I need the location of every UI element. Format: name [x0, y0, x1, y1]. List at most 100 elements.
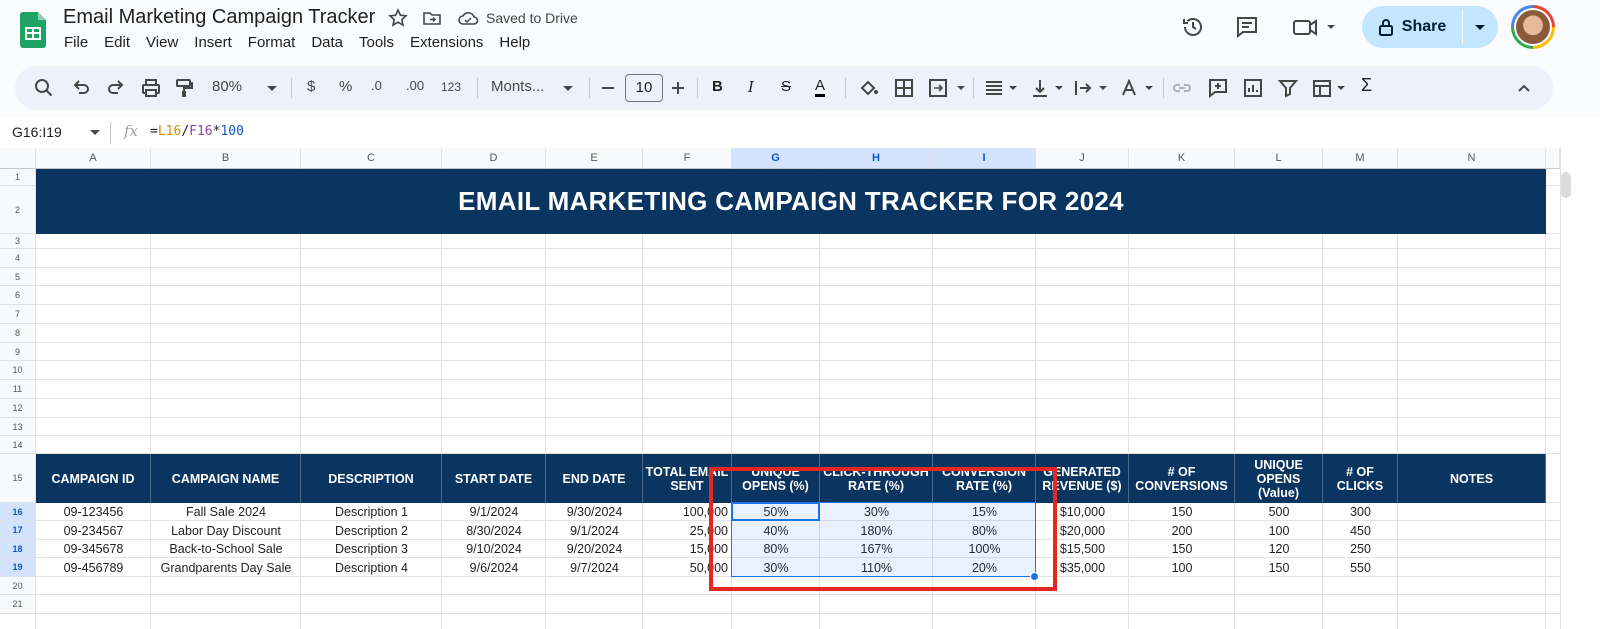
increase-decimal-button[interactable]: .00	[406, 78, 424, 93]
column-header-g[interactable]: G	[732, 148, 820, 169]
table-cell[interactable]: Back-to-School Sale	[151, 540, 301, 558]
table-cell[interactable]: 550	[1323, 558, 1398, 577]
cloud-saved-icon[interactable]	[457, 8, 479, 28]
column-header-b[interactable]: B	[151, 148, 301, 169]
row-header-2[interactable]: 2	[0, 186, 36, 234]
row-header-6[interactable]: 6	[0, 286, 36, 305]
borders-icon[interactable]	[893, 77, 915, 99]
paint-format-icon[interactable]	[173, 77, 195, 99]
row-header-3[interactable]: 3	[0, 234, 36, 249]
font-size-input[interactable]: 10	[625, 74, 663, 102]
row-header-1[interactable]: 1	[0, 169, 36, 186]
column-header-j[interactable]: J	[1036, 148, 1129, 169]
row-header-15[interactable]: 15	[0, 454, 36, 503]
row-header-10[interactable]: 10	[0, 361, 36, 380]
table-cell[interactable]: 250	[1323, 540, 1398, 558]
menu-insert[interactable]: Insert	[186, 34, 240, 56]
row-header-18[interactable]: 18	[0, 540, 36, 558]
row-header-17[interactable]: 17	[0, 521, 36, 540]
column-header-n[interactable]: N	[1398, 148, 1546, 169]
scrollbar-thumb[interactable]	[1561, 172, 1571, 198]
merge-cells-icon[interactable]	[927, 77, 969, 99]
table-cell[interactable]: 9/6/2024	[442, 558, 546, 577]
menu-help[interactable]: Help	[491, 34, 538, 56]
table-cell[interactable]: 09-456789	[36, 558, 151, 577]
increase-font-size-icon[interactable]	[667, 77, 689, 99]
table-cell[interactable]: 200	[1129, 521, 1235, 540]
document-title[interactable]: Email Marketing Campaign Tracker	[63, 6, 375, 29]
move-folder-icon[interactable]	[422, 8, 442, 28]
table-cell[interactable]: 150	[1129, 503, 1235, 521]
table-cell[interactable]: 120	[1235, 540, 1323, 558]
menu-tools[interactable]: Tools	[351, 34, 402, 56]
column-header-c[interactable]: C	[301, 148, 442, 169]
bold-button[interactable]: B	[712, 78, 723, 95]
sheets-logo-icon[interactable]	[20, 12, 46, 48]
table-cell[interactable]: Grandparents Day Sale	[151, 558, 301, 577]
table-cell[interactable]: 100	[1129, 558, 1235, 577]
share-button[interactable]: Share	[1362, 6, 1462, 48]
table-cell[interactable]: 9/1/2024	[442, 503, 546, 521]
select-all-corner[interactable]	[0, 148, 36, 169]
table-cell[interactable]: Description 1	[301, 503, 442, 521]
row-header-16[interactable]: 16	[0, 503, 36, 521]
spreadsheet-grid[interactable]: A B C D E F G H I J K L M N 1 2 3 4 5 6 7 8 9 10 11 12 13 14 15 16 17 1…	[0, 148, 1560, 629]
currency-format-button[interactable]: $	[307, 78, 315, 95]
table-cell[interactable]: 150	[1235, 558, 1323, 577]
column-header-f[interactable]: F	[643, 148, 732, 169]
table-cell[interactable]: 09-345678	[36, 540, 151, 558]
avatar[interactable]	[1511, 5, 1555, 49]
collapse-toolbar-icon[interactable]	[1513, 77, 1535, 99]
table-cell[interactable]	[1398, 521, 1546, 540]
row-header-12[interactable]: 12	[0, 399, 36, 418]
row-header-5[interactable]: 5	[0, 268, 36, 286]
row-header-20[interactable]: 20	[0, 577, 36, 595]
redo-icon[interactable]	[105, 77, 127, 99]
percent-format-button[interactable]: %	[339, 78, 352, 95]
column-header-k[interactable]: K	[1129, 148, 1235, 169]
menu-data[interactable]: Data	[303, 34, 351, 56]
table-cell[interactable]: 8/30/2024	[442, 521, 546, 540]
table-cell[interactable]	[1398, 558, 1546, 577]
row-header-11[interactable]: 11	[0, 380, 36, 399]
table-cell[interactable]: 9/10/2024	[442, 540, 546, 558]
row-header-21[interactable]: 21	[0, 595, 36, 614]
font-family-select[interactable]: Monts...	[491, 78, 544, 95]
table-cell[interactable]: 150	[1129, 540, 1235, 558]
column-header-i[interactable]: I	[933, 148, 1036, 169]
zoom-dropdown-icon[interactable]	[261, 77, 283, 99]
star-icon[interactable]	[388, 8, 408, 28]
column-header-l[interactable]: L	[1235, 148, 1323, 169]
row-header-13[interactable]: 13	[0, 418, 36, 436]
table-cell[interactable]: Description 4	[301, 558, 442, 577]
search-menus-icon[interactable]	[33, 77, 55, 99]
row-header-14[interactable]: 14	[0, 436, 36, 454]
column-header-e[interactable]: E	[546, 148, 643, 169]
decrease-font-size-icon[interactable]	[597, 77, 619, 99]
share-dropdown-icon[interactable]	[1463, 6, 1498, 48]
name-box[interactable]: G16:I19	[12, 124, 62, 140]
column-header-a[interactable]: A	[36, 148, 151, 169]
functions-button[interactable]: Σ	[1361, 75, 1372, 96]
menu-file[interactable]: File	[56, 34, 96, 56]
text-wrapping-icon[interactable]	[1073, 77, 1111, 99]
number-format-button[interactable]: 123	[441, 80, 461, 94]
menu-edit[interactable]: Edit	[96, 34, 138, 56]
column-header-d[interactable]: D	[442, 148, 546, 169]
table-cell[interactable]: 09-234567	[36, 521, 151, 540]
name-box-dropdown-icon[interactable]	[90, 130, 100, 136]
row-header-19[interactable]: 19	[0, 558, 36, 577]
print-icon[interactable]	[140, 77, 162, 99]
table-cell[interactable]: Labor Day Discount	[151, 521, 301, 540]
filter-icon[interactable]	[1277, 77, 1299, 99]
table-cell[interactable]: 9/30/2024	[546, 503, 643, 521]
text-color-button[interactable]: A	[815, 78, 826, 97]
table-cell[interactable]: 09-123456	[36, 503, 151, 521]
vertical-align-icon[interactable]	[1029, 77, 1067, 99]
table-cell[interactable]: 9/1/2024	[546, 521, 643, 540]
text-rotation-icon[interactable]	[1119, 77, 1157, 99]
table-cell[interactable]	[1398, 503, 1546, 521]
row-header-4[interactable]: 4	[0, 249, 36, 268]
insert-comment-icon[interactable]	[1207, 77, 1229, 99]
table-cell[interactable]: 450	[1323, 521, 1398, 540]
